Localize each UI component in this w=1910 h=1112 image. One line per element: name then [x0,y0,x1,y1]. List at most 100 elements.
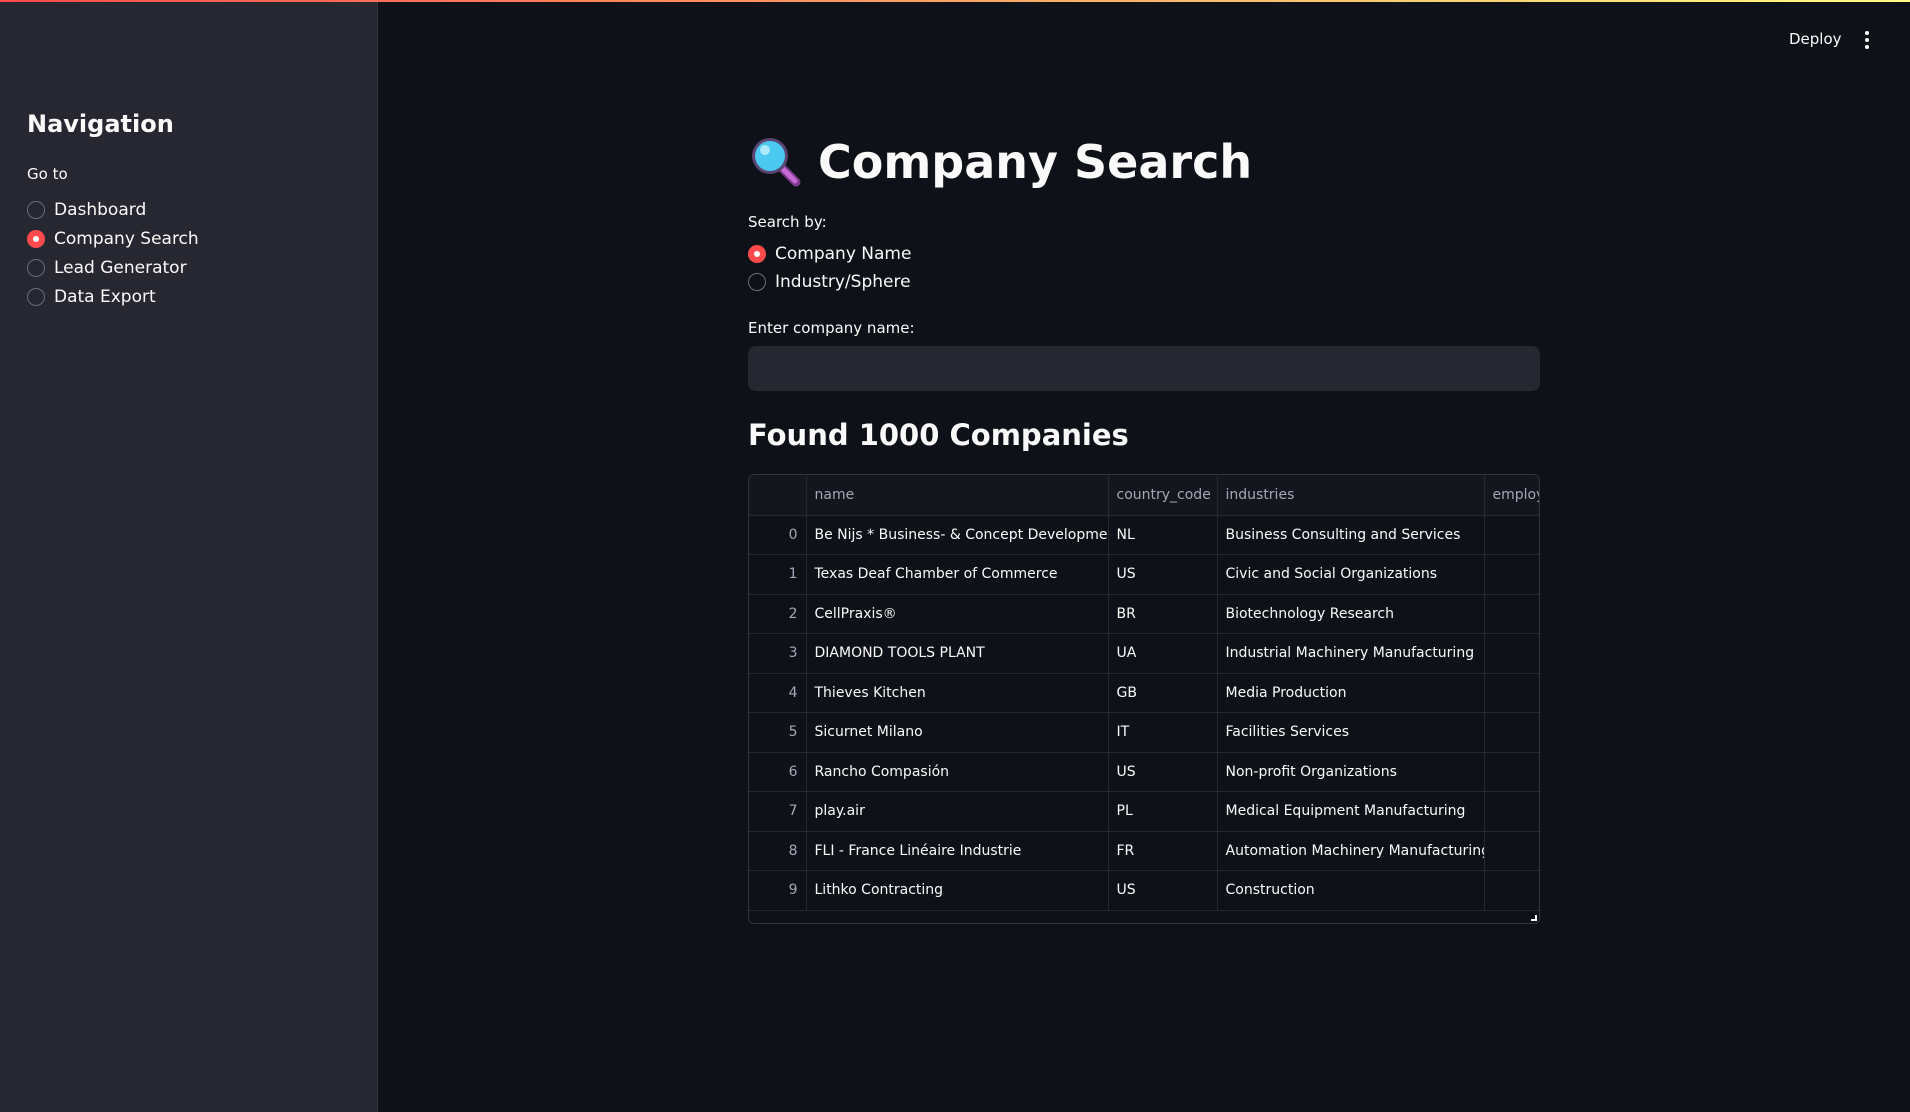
row-index-cell[interactable]: 8 [749,831,807,871]
nav-item-company-search[interactable]: Company Search [27,224,199,253]
row-index-cell[interactable]: 3 [749,633,807,674]
table-row[interactable]: 2 CellPraxis® BR Biotechnology Research [749,594,1539,634]
row-index-cell[interactable]: 5 [749,712,807,753]
magnifying-glass-icon [748,134,804,190]
country-code-cell[interactable]: GB [1108,673,1218,713]
table-row[interactable]: 9 Lithko Contracting US Construction [749,870,1539,911]
country-code-cell[interactable]: NL [1108,515,1218,555]
table-row[interactable]: 4 Thieves Kitchen GB Media Production [749,673,1539,713]
name-cell[interactable]: Rancho Compasión [806,752,1109,792]
country-code-cell[interactable]: UA [1108,633,1218,674]
country-code-cell[interactable]: IT [1108,712,1218,753]
employees-cell[interactable] [1484,515,1539,555]
search-by-radio-group: Company Name Industry/Sphere [748,240,911,296]
employees-cell[interactable] [1484,712,1539,753]
search-option-label: Industry/Sphere [775,272,911,292]
name-cell[interactable]: FLI - France Linéaire Industrie [806,831,1109,871]
row-index-cell[interactable]: 4 [749,673,807,713]
table-row[interactable]: 6 Rancho Compasión US Non-profit Organizati… [749,752,1539,792]
nav-item-label: Dashboard [54,199,147,220]
radio-unchecked-icon[interactable] [27,200,45,219]
deploy-button[interactable]: Deploy [1789,30,1842,48]
search-option-company-name[interactable]: Company Name [748,240,911,268]
employees-cell[interactable] [1484,870,1539,911]
employees-cell[interactable] [1484,633,1539,674]
row-index-cell[interactable]: 9 [749,870,807,911]
employees-cell[interactable] [1484,594,1539,634]
column-header-employees[interactable]: employ [1484,475,1539,516]
radio-unchecked-icon[interactable] [27,258,45,277]
row-index-cell[interactable]: 2 [749,594,807,634]
row-index-cell[interactable]: 1 [749,554,807,595]
table-header-row: name country_code industries employ [749,475,1539,516]
goto-label: Go to [27,165,68,183]
nav-item-label: Company Search [54,228,199,249]
radio-checked-icon[interactable] [27,229,45,248]
kebab-menu-icon[interactable] [1864,31,1870,49]
name-cell[interactable]: CellPraxis® [806,594,1109,634]
results-heading: Found 1000 Companies [748,418,1129,452]
results-table[interactable]: name country_code industries employ 0 Be … [748,474,1540,924]
country-code-cell[interactable]: PL [1108,791,1218,832]
name-cell[interactable]: DIAMOND TOOLS PLANT [806,633,1109,674]
search-option-industry[interactable]: Industry/Sphere [748,268,911,296]
industries-cell[interactable]: Civic and Social Organizations [1217,554,1485,595]
country-code-cell[interactable]: US [1108,870,1218,911]
industries-cell[interactable]: Business Consulting and Services [1217,515,1485,555]
table-row[interactable]: 8 FLI - France Linéaire Industrie FR Automa… [749,831,1539,871]
name-cell[interactable]: Texas Deaf Chamber of Commerce [806,554,1109,595]
row-index-cell[interactable]: 6 [749,752,807,792]
column-header-country-code[interactable]: country_code [1108,475,1218,516]
industries-cell[interactable]: Industrial Machinery Manufacturing [1217,633,1485,674]
name-cell[interactable]: Thieves Kitchen [806,673,1109,713]
industries-cell[interactable]: Automation Machinery Manufacturing [1217,831,1485,871]
employees-cell[interactable] [1484,752,1539,792]
company-name-input-label: Enter company name: [748,319,915,337]
table-row[interactable]: 7 play.air PL Medical Equipment Manufacturi… [749,791,1539,832]
industries-cell[interactable]: Construction [1217,870,1485,911]
table-row[interactable]: 3 DIAMOND TOOLS PLANT UA Industrial Machine… [749,633,1539,674]
employees-cell[interactable] [1484,791,1539,832]
nav-item-lead-generator[interactable]: Lead Generator [27,253,199,282]
page-title-text: Company Search [818,135,1253,189]
table-row[interactable]: 0 Be Nijs * Business- & Concept Developme… [749,515,1539,555]
industries-cell[interactable]: Biotechnology Research [1217,594,1485,634]
employees-cell[interactable] [1484,831,1539,871]
industries-cell[interactable]: Media Production [1217,673,1485,713]
radio-unchecked-icon[interactable] [748,273,766,291]
sidebar: Navigation Go to Dashboard Company Searc… [0,0,378,1112]
column-header-index[interactable] [749,475,807,516]
name-cell[interactable]: play.air [806,791,1109,832]
table-row[interactable]: 5 Sicurnet Milano IT Facilities Services [749,712,1539,753]
name-cell[interactable]: Lithko Contracting [806,870,1109,911]
table-row[interactable]: 1 Texas Deaf Chamber of Commerce US Civic a… [749,554,1539,595]
resize-handle-icon[interactable] [1531,915,1537,921]
country-code-cell[interactable]: FR [1108,831,1218,871]
radio-checked-icon[interactable] [748,245,766,263]
column-header-name[interactable]: name [806,475,1109,516]
nav-radio-group: Dashboard Company Search Lead Generator … [27,195,199,311]
country-code-cell[interactable]: BR [1108,594,1218,634]
country-code-cell[interactable]: US [1108,752,1218,792]
country-code-cell[interactable]: US [1108,554,1218,595]
column-header-industries[interactable]: industries [1217,475,1485,516]
name-cell[interactable]: Be Nijs * Business- & Concept Developmen… [806,515,1109,555]
nav-item-label: Data Export [54,286,156,307]
row-index-cell[interactable]: 0 [749,515,807,555]
company-name-input[interactable] [748,346,1540,391]
search-option-label: Company Name [775,244,912,264]
page-title: Company Search [748,132,1252,192]
radio-unchecked-icon[interactable] [27,287,45,306]
industries-cell[interactable]: Facilities Services [1217,712,1485,753]
employees-cell[interactable] [1484,554,1539,595]
name-cell[interactable]: Sicurnet Milano [806,712,1109,753]
nav-item-label: Lead Generator [54,257,187,278]
sidebar-title: Navigation [27,110,174,138]
row-index-cell[interactable]: 7 [749,791,807,832]
industries-cell[interactable]: Medical Equipment Manufacturing [1217,791,1485,832]
search-by-label: Search by: [748,213,827,231]
industries-cell[interactable]: Non-profit Organizations [1217,752,1485,792]
employees-cell[interactable] [1484,673,1539,713]
nav-item-data-export[interactable]: Data Export [27,282,199,311]
nav-item-dashboard[interactable]: Dashboard [27,195,199,224]
